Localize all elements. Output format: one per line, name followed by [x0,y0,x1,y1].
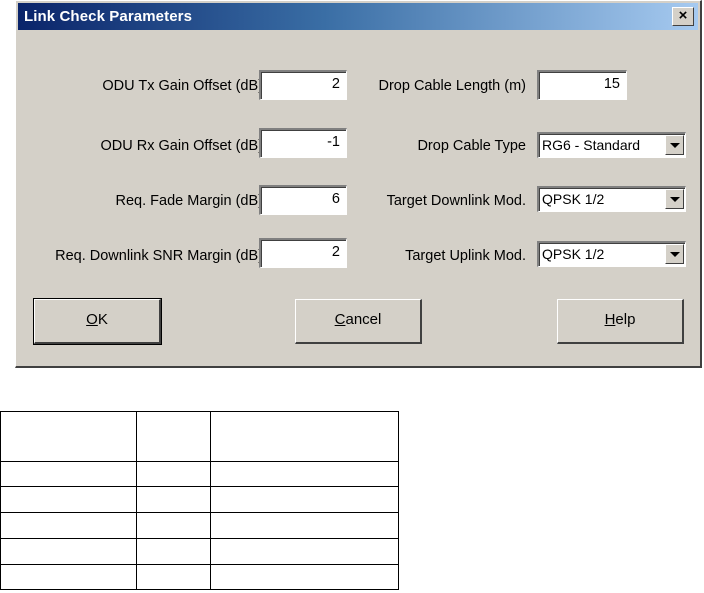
dialog-title: Link Check Parameters [24,8,193,25]
table-cell [210,461,399,487]
req-fade-margin-field[interactable]: 6 [259,185,347,215]
target-uplink-mod-dropdown-button[interactable] [665,244,684,264]
table-cell [136,486,211,513]
close-button[interactable]: × [672,7,694,26]
cancel-button[interactable]: Cancel [295,299,422,344]
target-downlink-mod-label: Target Downlink Mod. [386,193,526,209]
close-icon: × [678,7,688,24]
req-downlink-snr-margin-label: Req. Downlink SNR Margin (dB) [55,248,263,264]
link-check-parameters-dialog: Link Check Parameters × ODU Tx Gain Offs… [15,0,702,368]
table-cell [136,411,211,462]
cancel-mnemonic: C [334,311,346,328]
target-uplink-mod-select[interactable]: QPSK 1/2 [537,241,686,267]
page: Link Check Parameters × ODU Tx Gain Offs… [0,0,704,593]
table-row [0,564,399,590]
table-cell [210,486,399,513]
table-cell [0,461,137,487]
table-row [0,512,399,539]
drop-cable-type-dropdown-button[interactable] [665,135,684,155]
target-downlink-mod-dropdown-button[interactable] [665,189,684,209]
chevron-down-icon [670,252,680,257]
target-downlink-mod-select[interactable]: QPSK 1/2 [537,186,686,212]
drop-cable-length-label: Drop Cable Length (m) [378,78,527,94]
chevron-down-icon [670,197,680,202]
help-mnemonic: H [604,311,616,328]
odu-tx-gain-offset-label: ODU Tx Gain Offset (dB) [102,78,263,94]
help-button[interactable]: Help [557,299,684,344]
table-cell [0,486,137,513]
table-cell [136,461,211,487]
drop-cable-type-select[interactable]: RG6 - Standard [537,132,686,158]
title-bar[interactable]: Link Check Parameters × [18,3,698,30]
table-row [0,538,399,565]
table-row [0,411,399,462]
table-cell [210,411,399,462]
table-cell [136,538,211,565]
odu-tx-gain-offset-field[interactable]: 2 [259,70,347,100]
target-downlink-mod-value: QPSK 1/2 [542,191,605,207]
table-cell [0,411,137,462]
drop-cable-type-value: RG6 - Standard [542,137,641,153]
target-uplink-mod-value: QPSK 1/2 [542,246,605,262]
req-downlink-snr-margin-field[interactable]: 2 [259,238,347,268]
table-cell [136,564,211,590]
table-cell [210,512,399,539]
table-cell [210,564,399,590]
drop-cable-type-label: Drop Cable Type [417,138,526,154]
table-cell [136,512,211,539]
table-cell [0,564,137,590]
target-uplink-mod-label: Target Uplink Mod. [405,248,526,264]
table-cell [0,538,137,565]
empty-table [0,411,399,590]
table-row [0,461,399,487]
odu-rx-gain-offset-label: ODU Rx Gain Offset (dB) [100,138,264,154]
table-cell [210,538,399,565]
table-cell [0,512,137,539]
drop-cable-length-field[interactable]: 15 [537,70,627,100]
ok-button[interactable]: OK [33,298,162,345]
table-row [0,486,399,513]
help-label-rest: elp [615,311,636,328]
req-fade-margin-label: Req. Fade Margin (dB) [115,193,263,209]
ok-label-rest: K [97,311,108,328]
ok-mnemonic: O [86,311,98,328]
odu-rx-gain-offset-field[interactable]: -1 [259,128,347,158]
chevron-down-icon [670,143,680,148]
cancel-label-rest: ancel [345,311,382,328]
